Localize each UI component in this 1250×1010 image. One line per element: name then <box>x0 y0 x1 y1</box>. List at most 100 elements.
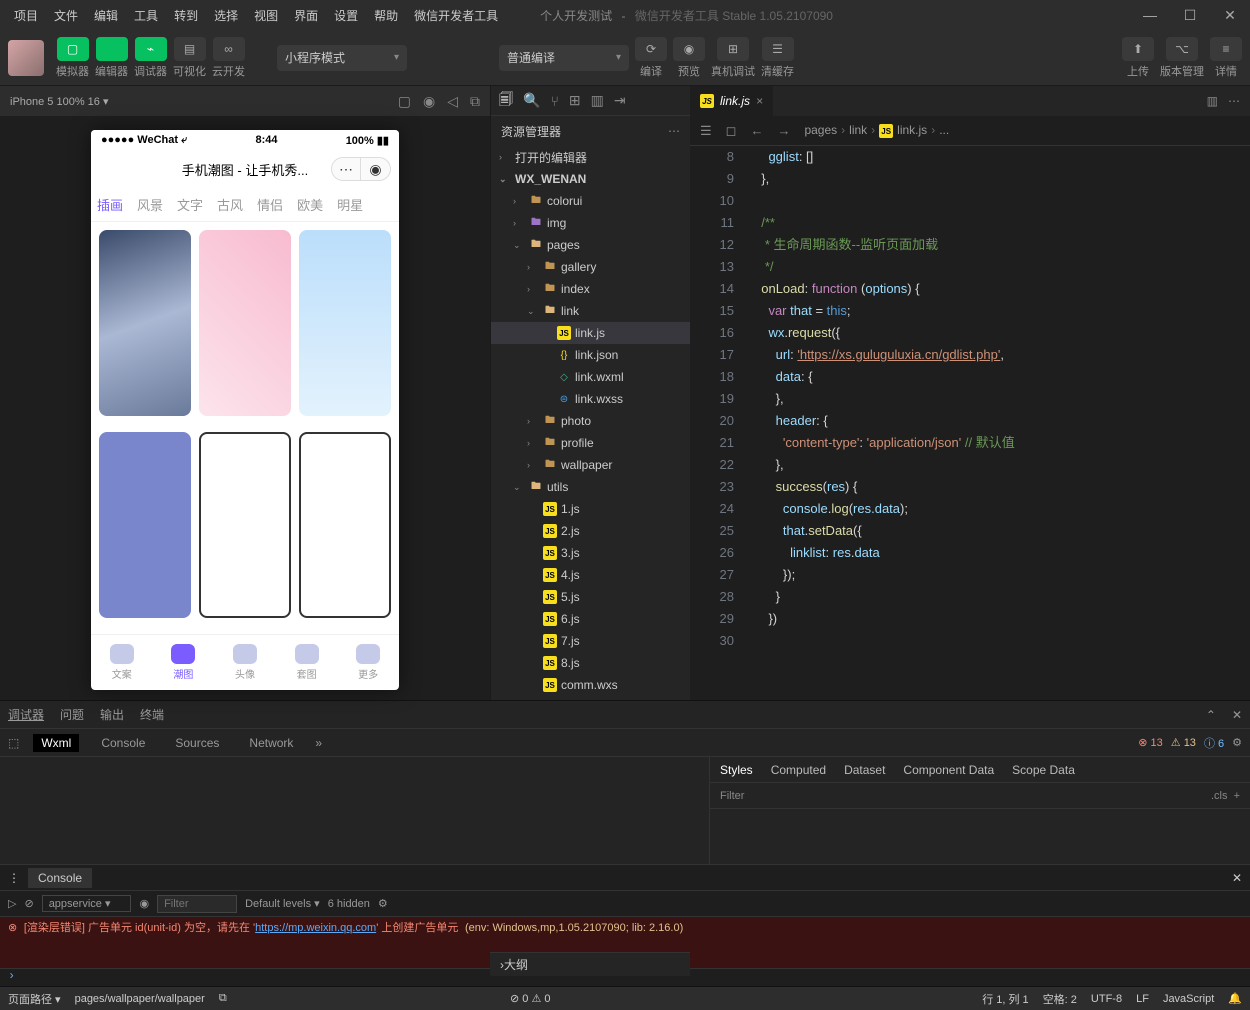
category-tab[interactable]: 欧美 <box>297 195 323 214</box>
category-tab[interactable]: 风景 <box>137 195 163 214</box>
menu-item[interactable]: 编辑 <box>88 3 124 28</box>
page-path-label[interactable]: 页面路径 ▾ <box>8 991 61 1007</box>
tabbar-item[interactable]: 头像 <box>233 644 257 681</box>
back-icon[interactable]: ← <box>750 123 763 138</box>
levels-select[interactable]: Default levels ▾ <box>245 897 320 910</box>
info-badge[interactable]: ⓘ 6 <box>1204 735 1224 751</box>
code-area[interactable]: 8910111213141516171819202122232425262728… <box>690 146 1250 700</box>
tree-item[interactable]: ⌄🖿link <box>491 300 690 322</box>
eol[interactable]: LF <box>1136 993 1149 1005</box>
toolbar-button[interactable]: ◉ <box>673 37 705 61</box>
devtools-tab[interactable]: 调试器 <box>8 706 44 723</box>
computed-tab[interactable]: Computed <box>771 763 826 777</box>
phone-preview[interactable]: ●●●●● WeChat ⤶ 8:44 100% ▮▮ 手机潮图 - 让手机秀.… <box>91 130 399 690</box>
more-icon[interactable]: ⋯ <box>1228 94 1240 108</box>
tree-item[interactable]: ›🖿colorui <box>491 190 690 212</box>
project-root[interactable]: ⌄WX_WENAN <box>491 168 690 190</box>
tree-item[interactable]: ⌄🖿pages <box>491 234 690 256</box>
sidebar-tool-icon[interactable]: ⊞ <box>569 92 581 109</box>
menu-item[interactable]: 界面 <box>288 3 324 28</box>
tree-section[interactable]: ›打开的编辑器 <box>491 146 690 168</box>
tree-item[interactable]: ›🖿photo <box>491 410 690 432</box>
list-icon[interactable]: ☰ <box>700 123 712 139</box>
toolbar-button[interactable]: ▤ <box>174 37 206 61</box>
minimize-button[interactable]: — <box>1130 0 1170 30</box>
mode-select[interactable]: 小程序模式▾ <box>277 45 407 71</box>
menu-item[interactable]: 帮助 <box>368 3 404 28</box>
category-tab[interactable]: 明星 <box>337 195 363 214</box>
tree-item[interactable]: ⌄🖿utils <box>491 476 690 498</box>
sources-tab[interactable]: Sources <box>167 734 227 752</box>
hidden-count[interactable]: 6 hidden <box>328 898 370 910</box>
page-path[interactable]: pages/wallpaper/wallpaper <box>75 993 205 1005</box>
copy-icon[interactable]: ⧉ <box>219 992 227 1005</box>
menu-item[interactable]: 工具 <box>128 3 164 28</box>
indent[interactable]: 空格: 2 <box>1043 991 1077 1007</box>
tree-item[interactable]: JScomm.wxs <box>491 674 690 696</box>
eye-icon[interactable]: ◉ <box>139 897 149 910</box>
category-tab[interactable]: 文字 <box>177 195 203 214</box>
console-filter[interactable] <box>157 895 237 913</box>
close-button[interactable]: ✕ <box>1210 0 1250 30</box>
console-tab[interactable]: Console <box>93 734 153 752</box>
tree-item[interactable]: ›🖿wallpaper <box>491 454 690 476</box>
toolbar-button[interactable]: ⬆ <box>1122 37 1154 61</box>
tree-item[interactable]: {}link.json <box>491 344 690 366</box>
tree-item[interactable]: JS3.js <box>491 542 690 564</box>
scopedata-tab[interactable]: Scope Data <box>1012 763 1075 777</box>
toolbar-button[interactable]: ≡ <box>1210 37 1242 61</box>
sidebar-tool-icon[interactable]: ▥ <box>591 92 604 109</box>
tree-item[interactable]: ›🖿profile <box>491 432 690 454</box>
chevron-up-icon[interactable]: ⌃ <box>1206 708 1216 722</box>
sim-tool-icon[interactable]: ◉ <box>423 93 435 110</box>
sim-tool-icon[interactable]: ▢ <box>398 93 411 110</box>
gear-icon[interactable]: ⚙ <box>1232 736 1242 749</box>
tabbar-item[interactable]: 文案 <box>110 644 134 681</box>
fwd-icon[interactable]: → <box>777 123 790 138</box>
inspect-icon[interactable]: ⬚ <box>8 736 19 750</box>
toolbar-button[interactable]: ☰ <box>762 37 794 61</box>
tree-item[interactable]: JS6.js <box>491 608 690 630</box>
styles-tab[interactable]: Styles <box>720 763 753 777</box>
category-tab[interactable]: 古风 <box>217 195 243 214</box>
tabbar-item[interactable]: 潮图 <box>171 644 195 681</box>
tree-item[interactable]: JS4.js <box>491 564 690 586</box>
error-badge[interactable]: ⊗ 13 <box>1138 736 1163 749</box>
close-icon[interactable]: × <box>756 94 763 108</box>
category-tab[interactable]: 情侣 <box>257 195 283 214</box>
tree-item[interactable]: JS5.js <box>491 586 690 608</box>
tree-item[interactable]: ›🖿index <box>491 278 690 300</box>
split-icon[interactable]: ▥ <box>1207 94 1218 108</box>
menu-item[interactable]: 项目 <box>8 3 44 28</box>
wxml-tab[interactable]: Wxml <box>33 734 79 752</box>
avatar[interactable] <box>8 40 44 76</box>
editor-tab[interactable]: JS link.js × <box>690 86 774 116</box>
wallpaper-thumb[interactable] <box>99 432 191 618</box>
tree-item[interactable]: JS8.js <box>491 652 690 674</box>
sidebar-tool-icon[interactable]: 🔍 <box>523 92 540 109</box>
sidebar-tool-icon[interactable]: ⑂ <box>550 93 558 109</box>
console-menu-icon[interactable]: ⋮ <box>8 871 20 885</box>
toolbar-button[interactable]: ⌁ <box>135 37 167 61</box>
tabbar-item[interactable]: 更多 <box>356 644 380 681</box>
bookmark-icon[interactable]: ◻ <box>726 123 737 139</box>
tree-item[interactable]: ⊜link.wxss <box>491 388 690 410</box>
network-tab[interactable]: Network <box>241 734 301 752</box>
more-icon[interactable]: » <box>315 736 322 750</box>
wallpaper-thumb[interactable] <box>199 230 291 416</box>
dataset-tab[interactable]: Dataset <box>844 763 885 777</box>
tree-item[interactable]: JS1.js <box>491 498 690 520</box>
devtools-tab[interactable]: 终端 <box>140 706 164 723</box>
menu-item[interactable]: 转到 <box>168 3 204 28</box>
cursor-pos[interactable]: 行 1, 列 1 <box>982 991 1028 1007</box>
menu-icon[interactable]: ⋯ <box>331 157 361 181</box>
wallpaper-thumb[interactable] <box>99 230 191 416</box>
problems-count[interactable]: ⊘ 0 ⚠ 0 <box>510 992 550 1005</box>
console-drawer-tab[interactable]: Console <box>28 868 92 888</box>
clear-icon[interactable]: ⊘ <box>24 897 33 910</box>
toolbar-button[interactable] <box>96 37 128 61</box>
toolbar-button[interactable]: ⟳ <box>635 37 667 61</box>
cls-toggle[interactable]: .cls <box>1211 790 1228 802</box>
add-icon[interactable]: + <box>1234 790 1240 802</box>
menu-item[interactable]: 选择 <box>208 3 244 28</box>
